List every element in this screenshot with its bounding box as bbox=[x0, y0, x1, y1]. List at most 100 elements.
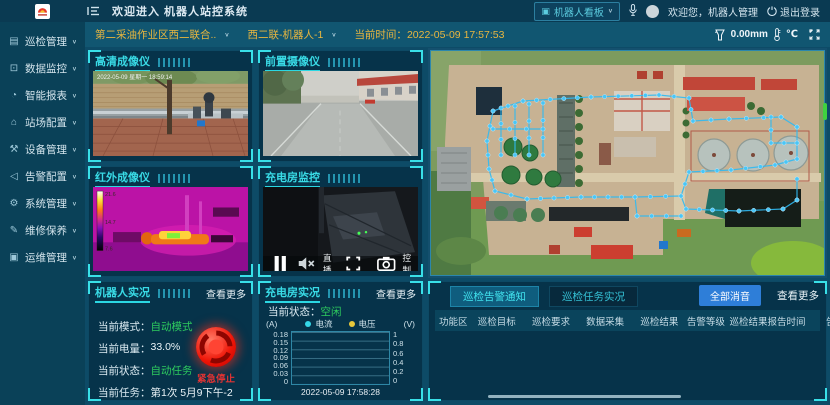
sidebar-item-5[interactable]: ⚒设备管理∨ bbox=[0, 136, 85, 163]
microphone-icon[interactable] bbox=[629, 4, 637, 19]
panel-title: 充电房实况 bbox=[265, 284, 320, 303]
chevron-down-icon: ∨ bbox=[72, 92, 77, 99]
sidebar-item-label: 告警配置 bbox=[25, 169, 67, 184]
emergency-stop-icon[interactable] bbox=[196, 327, 236, 367]
video-control-bar: 直播 控制 bbox=[263, 256, 418, 271]
axis-tick: 0 bbox=[264, 378, 288, 386]
weather-widget: 0.00mm ℃ bbox=[714, 28, 820, 41]
right-axis-unit: (V) bbox=[404, 319, 415, 329]
station-icon: ⌂ bbox=[8, 117, 20, 128]
robot-view-more-link[interactable]: 查看更多 bbox=[206, 286, 246, 301]
charging-status-label: 当前状态： bbox=[268, 306, 321, 318]
table-column-header: 告警状态 bbox=[822, 314, 830, 328]
ptz-control-label[interactable]: 控制 bbox=[402, 252, 411, 272]
hd-camera-video: 2022-05-09 星期一 18:59:14 bbox=[93, 71, 248, 156]
tab-task-live[interactable]: 巡检任务实况 bbox=[549, 286, 638, 307]
dashboard-select[interactable]: ▣ 机器人看板 ∨ bbox=[534, 2, 620, 21]
logout-button[interactable]: 退出登录 bbox=[767, 4, 820, 19]
legend-label: 电流 bbox=[315, 318, 332, 330]
status-value: 33.0% bbox=[151, 341, 181, 356]
table-column-header: 巡检结果报告时间 bbox=[726, 314, 823, 328]
operations-icon: ▣ bbox=[8, 252, 20, 263]
robot-select[interactable]: 西二联-机器人-1 ∨ bbox=[247, 27, 336, 42]
axis-tick: 1 bbox=[393, 331, 417, 339]
sidebar-item-label: 维修保养 bbox=[25, 223, 67, 238]
equalizer-decoration bbox=[328, 289, 362, 298]
chevron-down-icon: ∨ bbox=[72, 38, 77, 45]
device-icon: ⚒ bbox=[8, 144, 20, 155]
status-label: 当前任务： bbox=[98, 385, 151, 400]
legend-label: 电压 bbox=[359, 318, 376, 330]
charging-status-value: 空闲 bbox=[321, 306, 342, 318]
thermal-mid-label: 14.7 bbox=[105, 220, 116, 226]
equalizer-decoration bbox=[158, 289, 192, 298]
right-axis-ticks: 10.80.60.40.20 bbox=[390, 331, 417, 385]
dashboard-select-label: 机器人看板 bbox=[554, 4, 604, 19]
welcome-text: 欢迎您，机器人管理 bbox=[668, 4, 758, 19]
charging-view-more-link[interactable]: 查看更多 bbox=[376, 286, 416, 301]
current-voltage-chart: 0.180.150.120.090.060.030 10.80.60.40.20 bbox=[264, 331, 417, 385]
chevron-down-icon: ∨ bbox=[331, 31, 336, 38]
emergency-stop-button[interactable]: 紧急停止 bbox=[191, 327, 241, 385]
alarm-panel-tabs: 巡检告警通知巡检任务实况 bbox=[450, 286, 638, 307]
mute-all-button[interactable]: 全部消音 bbox=[699, 285, 761, 306]
tab-alarm-notice[interactable]: 巡检告警通知 bbox=[450, 286, 539, 307]
thermal-min-label: 7.6 bbox=[105, 246, 113, 252]
ir-camera-panel: 红外成像仪 bbox=[88, 166, 253, 277]
rain-gauge-icon bbox=[714, 29, 726, 41]
temperature-unit: ℃ bbox=[786, 29, 798, 40]
sidebar-item-label: 设备管理 bbox=[25, 142, 67, 157]
top-header: 欢迎进入 机器人站控系统 ▣ 机器人看板 ∨ 欢迎您，机器人管理 退出登录 bbox=[0, 0, 830, 22]
sidebar-item-1[interactable]: ▤ 巡检管理 ∨ bbox=[0, 28, 85, 55]
chart-legend: (A)电流电压(V) bbox=[266, 318, 415, 330]
facility-map[interactable] bbox=[431, 51, 824, 275]
sub-header: 第二采油作业区西二联合.. ∨ 西二联-机器人-1 ∨ 当前时间：2022-05… bbox=[85, 22, 830, 47]
chevron-down-icon: ∨ bbox=[72, 254, 77, 261]
video-fullscreen-icon[interactable] bbox=[343, 256, 363, 271]
robot-select-label: 西二联-机器人-1 bbox=[247, 27, 323, 42]
alarm-table-header: 功能区巡检目标巡检要求数据采集巡检结果告警等级巡检结果报告时间告警状态 bbox=[435, 310, 820, 331]
fullscreen-icon[interactable] bbox=[809, 29, 820, 40]
inspection-alarm-panel: 巡检告警通知巡检任务实况 全部消音 查看更多 功能区巡检目标巡检要求数据采集巡检… bbox=[428, 281, 827, 401]
robot-status-panel: 机器人实况 查看更多 当前模式：自动模式当前电量：33.0%当前状态：自动任务当… bbox=[88, 281, 253, 401]
menu-toggle-icon[interactable] bbox=[87, 6, 100, 16]
live-label: 直播 bbox=[323, 252, 332, 272]
clipboard-icon: ▤ bbox=[8, 36, 20, 47]
charging-status-panel: 充电房实况 查看更多 当前状态：空闲 (A)电流电压(V) 0.180.150.… bbox=[258, 281, 423, 401]
sidebar-item-8[interactable]: ✎维修保养∨ bbox=[0, 217, 85, 244]
alarm-table-body bbox=[435, 331, 820, 392]
map-scroll-indicator[interactable] bbox=[823, 103, 827, 120]
table-column-header: 功能区 bbox=[435, 314, 474, 328]
charging-status-line: 当前状态：空闲 bbox=[268, 304, 342, 319]
axis-tick: 0.4 bbox=[393, 359, 417, 367]
station-select[interactable]: 第二采油作业区西二联合.. ∨ bbox=[95, 27, 229, 42]
charging-room-video: 直播 控制 bbox=[263, 187, 418, 271]
hd-camera-panel: 高清成像仪 bbox=[88, 50, 253, 162]
station-select-label: 第二采油作业区西二联合.. bbox=[95, 27, 216, 42]
panel-title: 高清成像仪 bbox=[95, 53, 150, 72]
sidebar-item-label: 巡检管理 bbox=[25, 34, 67, 49]
snapshot-camera-icon[interactable] bbox=[376, 256, 396, 271]
chevron-down-icon: ∨ bbox=[72, 173, 77, 180]
axis-tick: 0.8 bbox=[393, 340, 417, 348]
monitor-icon: ⊡ bbox=[8, 63, 20, 74]
sidebar-item-3[interactable]: ◔智能报表∨ bbox=[0, 82, 85, 109]
chevron-down-icon: ∨ bbox=[72, 119, 77, 126]
pause-icon[interactable] bbox=[270, 256, 290, 271]
avatar[interactable] bbox=[646, 5, 659, 18]
sidebar-item-7[interactable]: ⚙系统管理∨ bbox=[0, 190, 85, 217]
status-label: 当前模式： bbox=[98, 319, 151, 334]
panel-title: 红外成像仪 bbox=[95, 169, 150, 188]
sidebar-item-6[interactable]: ◁告警配置∨ bbox=[0, 163, 85, 190]
maintenance-icon: ✎ bbox=[8, 225, 20, 236]
legend-item: 电流 bbox=[305, 318, 332, 330]
horizontal-scrollbar[interactable] bbox=[488, 395, 681, 398]
sidebar-item-label: 系统管理 bbox=[25, 196, 67, 211]
sidebar-item-9[interactable]: ▣运维管理∨ bbox=[0, 244, 85, 271]
emergency-stop-label: 紧急停止 bbox=[191, 371, 241, 385]
speaker-muted-icon[interactable] bbox=[296, 256, 316, 271]
sidebar-item-4[interactable]: ⌂站场配置∨ bbox=[0, 109, 85, 136]
alarm-view-more-link[interactable]: 查看更多 bbox=[777, 288, 819, 303]
equalizer-decoration bbox=[158, 174, 192, 183]
sidebar-item-2[interactable]: ⊡数据监控∨ bbox=[0, 55, 85, 82]
